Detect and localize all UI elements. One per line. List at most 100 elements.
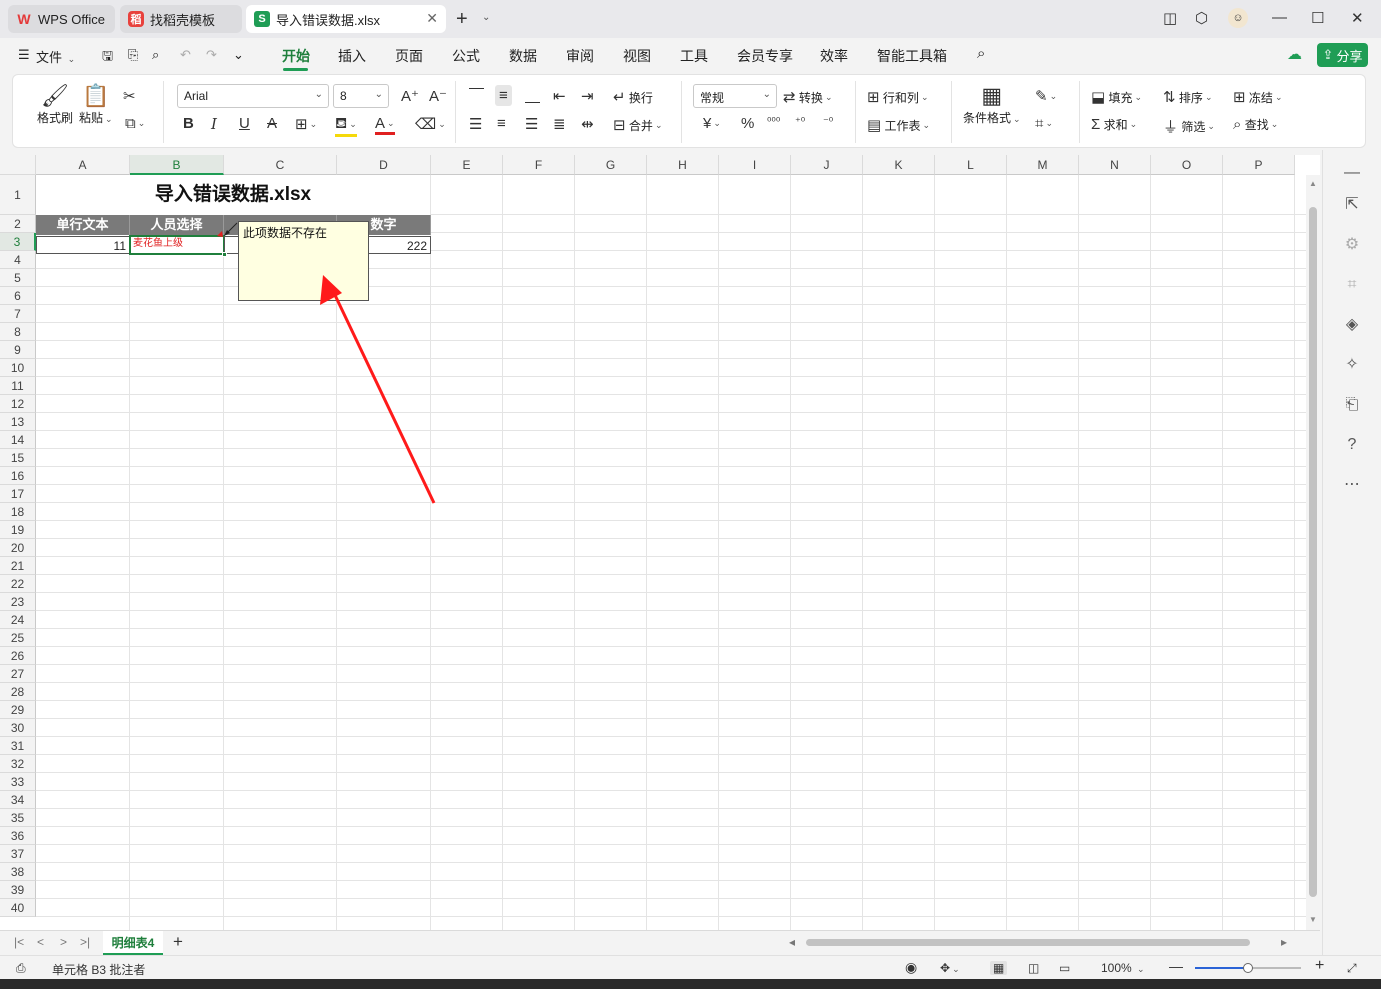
- column-header-l[interactable]: L: [935, 155, 1007, 175]
- scroll-up-icon[interactable]: ▲: [1309, 179, 1317, 188]
- next-sheet-icon[interactable]: >: [60, 935, 67, 949]
- row-header-26[interactable]: 26: [0, 647, 36, 665]
- print-preview-icon[interactable]: ⌕: [152, 47, 159, 63]
- tab-insert[interactable]: 插入: [338, 46, 366, 66]
- wrap-text-button[interactable]: ↵ 换行: [613, 88, 653, 106]
- cloud-sync-icon[interactable]: ☁: [1287, 45, 1302, 63]
- more-icon[interactable]: ⋯: [1341, 474, 1363, 496]
- tab-wps-office[interactable]: W WPS Office: [8, 5, 115, 33]
- search-icon[interactable]: ⌕: [977, 45, 985, 62]
- prev-sheet-icon[interactable]: <: [37, 935, 44, 949]
- copy-icon[interactable]: ⧉ ⌄: [125, 115, 145, 132]
- row-header-12[interactable]: 12: [0, 395, 36, 413]
- table-style-panel-icon[interactable]: ◈: [1341, 314, 1363, 336]
- zoom-slider-knob[interactable]: [1243, 963, 1253, 973]
- row-header-18[interactable]: 18: [0, 503, 36, 521]
- align-middle-icon[interactable]: ≡: [495, 85, 512, 106]
- row-header-40[interactable]: 40: [0, 899, 36, 917]
- row-header-2[interactable]: 2: [0, 215, 36, 233]
- view-options-icon[interactable]: ✥ ⌄: [940, 961, 960, 975]
- zoom-level[interactable]: 100% ⌄: [1101, 961, 1145, 975]
- column-header-p[interactable]: P: [1223, 155, 1295, 175]
- layout-toggle-icon[interactable]: ◫: [1163, 9, 1177, 27]
- last-sheet-icon[interactable]: >|: [80, 935, 90, 949]
- column-header-b[interactable]: B: [130, 155, 224, 175]
- align-right-icon[interactable]: ☰: [525, 115, 538, 133]
- tab-view[interactable]: 视图: [623, 46, 651, 66]
- tab-current-file[interactable]: S 导入错误数据.xlsx ✕: [246, 5, 446, 33]
- fullscreen-icon[interactable]: ⤢: [1347, 961, 1357, 976]
- tab-home[interactable]: 开始: [282, 46, 310, 66]
- row-header-17[interactable]: 17: [0, 485, 36, 503]
- crop-icon[interactable]: ⌗: [1341, 274, 1363, 296]
- row-header-25[interactable]: 25: [0, 629, 36, 647]
- row-header-16[interactable]: 16: [0, 467, 36, 485]
- vertical-scrollbar[interactable]: ▲ ▼: [1306, 175, 1320, 930]
- vertical-scroll-thumb[interactable]: [1309, 207, 1317, 897]
- share-button[interactable]: ⇪ 分享: [1317, 43, 1368, 67]
- column-header-i[interactable]: I: [719, 155, 791, 175]
- strikethrough-icon[interactable]: A: [267, 115, 277, 132]
- header-cell-b2[interactable]: 人员选择: [130, 215, 224, 235]
- row-header-23[interactable]: 23: [0, 593, 36, 611]
- tab-data[interactable]: 数据: [509, 46, 537, 66]
- borders-icon[interactable]: ⊞ ⌄: [295, 115, 317, 133]
- column-header-g[interactable]: G: [575, 155, 647, 175]
- tab-daoke-templates[interactable]: 稻 找稻壳模板: [120, 5, 242, 33]
- row-header-22[interactable]: 22: [0, 575, 36, 593]
- undo-icon[interactable]: ↶: [180, 47, 191, 63]
- tab-page[interactable]: 页面: [395, 46, 423, 66]
- percent-button[interactable]: %: [741, 115, 754, 132]
- collapse-sidebar-icon[interactable]: —: [1341, 162, 1363, 184]
- cell-style-icon[interactable]: ✎ ⌄: [1035, 87, 1057, 105]
- tab-smart-toolbox[interactable]: 智能工具箱: [877, 46, 947, 66]
- quick-access-more-icon[interactable]: ⌄: [233, 47, 244, 63]
- column-header-h[interactable]: H: [647, 155, 719, 175]
- redo-icon[interactable]: ↷: [206, 47, 217, 63]
- decrease-indent-icon[interactable]: ⇤: [553, 87, 566, 105]
- thousands-separator-icon[interactable]: ⁰⁰⁰: [767, 115, 780, 128]
- tab-formulas[interactable]: 公式: [452, 46, 480, 66]
- row-header-36[interactable]: 36: [0, 827, 36, 845]
- cell-a3[interactable]: 11: [36, 236, 130, 254]
- clear-format-icon[interactable]: ⌫ ⌄: [415, 115, 446, 133]
- user-avatar[interactable]: ☺: [1228, 8, 1248, 28]
- adjust-settings-icon[interactable]: ⚙: [1341, 234, 1363, 256]
- scroll-down-icon[interactable]: ▼: [1309, 915, 1317, 924]
- horizontal-scroll-thumb[interactable]: [806, 939, 1250, 946]
- align-top-icon[interactable]: ⎺: [469, 87, 484, 104]
- file-menu[interactable]: 文件 ⌄: [36, 47, 75, 66]
- paste-button[interactable]: 📋 粘贴 ⌄: [79, 83, 113, 126]
- increase-indent-icon[interactable]: ⇥: [581, 87, 594, 105]
- hscroll-right-icon[interactable]: ▸: [1281, 935, 1287, 949]
- column-header-a[interactable]: A: [36, 155, 130, 175]
- page-break-view-icon[interactable]: ▭: [1059, 961, 1070, 975]
- row-header-27[interactable]: 27: [0, 665, 36, 683]
- row-header-15[interactable]: 15: [0, 449, 36, 467]
- row-header-37[interactable]: 37: [0, 845, 36, 863]
- row-header-9[interactable]: 9: [0, 341, 36, 359]
- column-header-e[interactable]: E: [431, 155, 503, 175]
- bold-icon[interactable]: B: [183, 115, 194, 132]
- tab-efficiency[interactable]: 效率: [820, 46, 848, 66]
- column-header-n[interactable]: N: [1079, 155, 1151, 175]
- macro-record-icon[interactable]: ⎙: [16, 961, 26, 976]
- sort-button[interactable]: ⇅ 排序 ⌄: [1163, 88, 1212, 106]
- justify-icon[interactable]: ≣: [553, 115, 566, 133]
- fill-button[interactable]: ⬓ 填充 ⌄: [1091, 88, 1142, 106]
- cell-a1-title[interactable]: 导入错误数据.xlsx: [36, 175, 430, 215]
- eye-protection-icon[interactable]: ◉: [905, 959, 917, 976]
- row-header-4[interactable]: 4: [0, 251, 36, 269]
- worksheet-button[interactable]: ▤ 工作表 ⌄: [867, 116, 930, 134]
- sheet-tab-active[interactable]: 明细表4: [103, 931, 163, 955]
- help-icon[interactable]: ?: [1341, 434, 1363, 456]
- rows-columns-button[interactable]: ⊞ 行和列 ⌄: [867, 88, 928, 106]
- book-icon[interactable]: ⎗: [1341, 394, 1363, 416]
- row-header-5[interactable]: 5: [0, 269, 36, 287]
- column-header-c[interactable]: C: [224, 155, 337, 175]
- conditional-format-button[interactable]: ▦ 条件格式 ⌄: [963, 83, 1021, 126]
- distributed-align-icon[interactable]: ⇹: [581, 115, 594, 133]
- tab-review[interactable]: 审阅: [566, 46, 594, 66]
- maximize-icon[interactable]: ☐: [1311, 9, 1324, 27]
- add-tab-icon[interactable]: +: [456, 9, 468, 29]
